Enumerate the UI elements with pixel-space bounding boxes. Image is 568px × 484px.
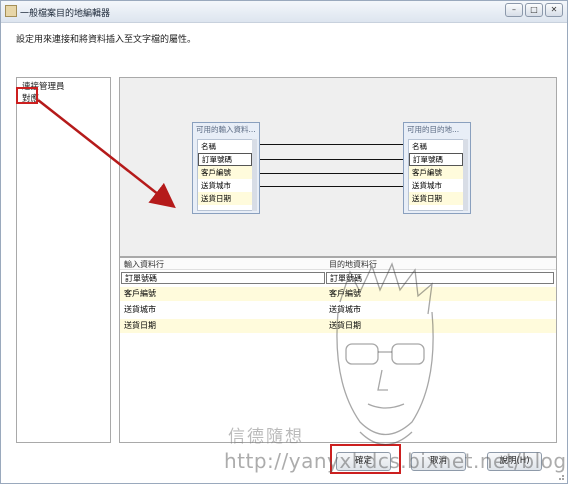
mappings-highlight-box: [16, 87, 38, 104]
grid-header: 輸入資料行 目的地資料行: [120, 258, 556, 270]
maximize-button[interactable]: □: [525, 3, 543, 17]
mapping-grid: 輸入資料行 目的地資料行 訂單號碼 訂單號碼 客戶編號 客戶編號 送貨城市 送貨…: [119, 257, 557, 443]
page-description: 設定用來連接和將資料插入至文字檔的屬性。: [16, 35, 197, 45]
destination-cell[interactable]: 送貨城市: [326, 304, 554, 316]
window-controls: – □ ✕: [505, 3, 563, 17]
table-row[interactable]: 送貨日期 送貨日期: [120, 319, 556, 333]
dialog-window: 一般檔案目的地編輯器 – □ ✕ 設定用來連接和將資料插入至文字檔的屬性。 連接…: [0, 0, 568, 484]
table-row[interactable]: 客戶編號 客戶編號: [120, 287, 556, 301]
watermark-name: 信德隨想: [228, 427, 304, 447]
mapping-line[interactable]: [260, 186, 403, 187]
input-cell[interactable]: 客戶編號: [121, 288, 325, 300]
input-cell[interactable]: 送貨城市: [121, 304, 325, 316]
destination-column-item[interactable]: 送貨城市: [409, 179, 463, 192]
input-list-scrollbar[interactable]: [252, 139, 257, 211]
sidebar-nav: 連接管理員 對應: [16, 77, 111, 443]
destination-columns-list: 名稱 訂單號碼 客戶編號 送貨城市 送貨日期: [408, 139, 464, 211]
input-column-header: 輸入資料行: [124, 260, 164, 269]
table-row[interactable]: 訂單號碼 訂單號碼: [120, 271, 556, 285]
mapping-line[interactable]: [260, 159, 403, 160]
destination-box-title: 可用的目的地...: [407, 125, 460, 134]
input-column-item[interactable]: 送貨日期: [198, 192, 252, 205]
mapping-line[interactable]: [260, 144, 403, 145]
input-columns-list: 名稱 訂單號碼 客戶編號 送貨城市 送貨日期: [197, 139, 253, 211]
destination-list-header: 名稱: [409, 140, 463, 153]
destination-cell[interactable]: 客戶編號: [326, 288, 554, 300]
app-icon: [5, 5, 17, 17]
input-column-item[interactable]: 送貨城市: [198, 179, 252, 192]
window-title: 一般檔案目的地編輯器: [20, 9, 111, 19]
input-cell[interactable]: 送貨日期: [121, 320, 325, 332]
input-column-item[interactable]: 訂單號碼: [198, 153, 252, 166]
destination-column-item[interactable]: 客戶編號: [409, 166, 463, 179]
mapping-line[interactable]: [260, 173, 403, 174]
input-box-title: 可用的輸入資料...: [196, 125, 256, 134]
mapping-diagram: 可用的輸入資料... 名稱 訂單號碼 客戶編號 送貨城市 送貨日期 可用的目的地…: [119, 77, 557, 257]
input-cell[interactable]: 訂單號碼: [121, 272, 325, 284]
destination-column-item[interactable]: 訂單號碼: [409, 153, 463, 166]
minimize-button[interactable]: –: [505, 3, 523, 17]
destination-cell[interactable]: 訂單號碼: [326, 272, 554, 284]
table-row[interactable]: 送貨城市 送貨城市: [120, 303, 556, 317]
destination-columns-box[interactable]: 可用的目的地... 名稱 訂單號碼 客戶編號 送貨城市 送貨日期: [403, 122, 471, 214]
destination-column-item[interactable]: 送貨日期: [409, 192, 463, 205]
input-column-item[interactable]: 客戶編號: [198, 166, 252, 179]
destination-cell[interactable]: 送貨日期: [326, 320, 554, 332]
destination-list-scrollbar[interactable]: [463, 139, 468, 211]
watermark-url: http://yanyxl.dcs.bixnet.net/blog: [224, 449, 567, 473]
input-list-header: 名稱: [198, 140, 252, 153]
destination-column-header: 目的地資料行: [329, 260, 377, 269]
close-button[interactable]: ✕: [545, 3, 563, 17]
title-bar: 一般檔案目的地編輯器 – □ ✕: [1, 1, 567, 23]
input-columns-box[interactable]: 可用的輸入資料... 名稱 訂單號碼 客戶編號 送貨城市 送貨日期: [192, 122, 260, 214]
